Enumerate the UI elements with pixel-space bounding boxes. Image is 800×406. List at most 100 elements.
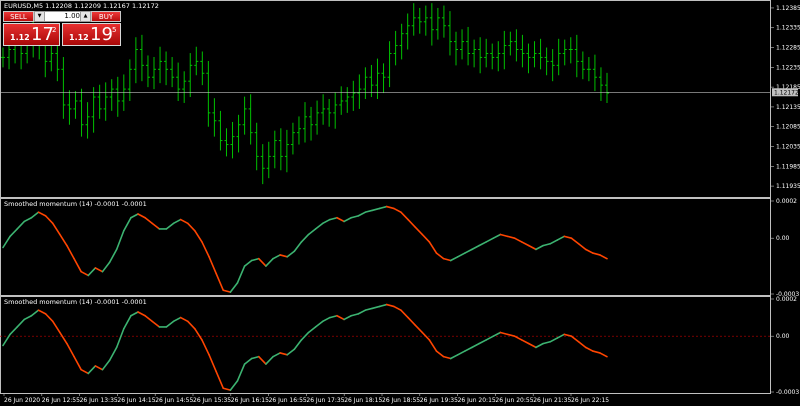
price-bar [393, 30, 398, 66]
price-bar [158, 46, 163, 84]
price-bar [484, 38, 489, 68]
momentum-segment [435, 252, 445, 260]
price-bar [218, 110, 223, 151]
time-label: 26 Jun 14:15 [117, 397, 155, 404]
momentum-segment [279, 254, 289, 258]
momentum-segment [577, 340, 587, 349]
momentum-segment [215, 370, 225, 390]
momentum-segment [172, 316, 182, 323]
current-price-label: 1.12172 [774, 89, 799, 96]
momentum-segment [307, 228, 317, 236]
momentum-segment [314, 222, 324, 230]
price-bar [568, 37, 573, 64]
price-bar [441, 5, 446, 38]
momentum-segment [485, 237, 495, 243]
momentum-segment [350, 313, 360, 317]
momentum-segment [499, 233, 509, 238]
momentum-segment [258, 257, 267, 267]
momentum-segment [563, 235, 573, 239]
indicator-2-title: Smoothed momentum (14) -0.0001 -0.0001 [4, 298, 147, 306]
price-bar [278, 128, 283, 171]
momentum-segment [208, 255, 217, 275]
momentum-segment [492, 331, 502, 338]
momentum-segment [456, 350, 466, 356]
buy-price-button[interactable]: 1.12 19 5 [62, 23, 121, 46]
price-bar [496, 41, 501, 72]
price-bar [411, 3, 416, 36]
momentum-segment [499, 331, 509, 336]
momentum-segment [314, 320, 324, 328]
momentum-segment [179, 218, 189, 225]
price-bar [109, 79, 114, 111]
momentum-segment [535, 342, 544, 349]
momentum-segment [272, 254, 281, 260]
price-bar [67, 90, 72, 125]
momentum-segment [23, 314, 33, 321]
price-bar [182, 71, 187, 103]
price-bar [79, 88, 84, 137]
price-bar [133, 37, 138, 84]
momentum-segment [371, 305, 381, 310]
momentum-segment [87, 267, 97, 277]
time-label: 26 Jun 12:55 [42, 397, 80, 404]
buy-price-fraction: 5 [112, 26, 117, 34]
price-bar [520, 34, 525, 68]
price-bar [315, 100, 320, 135]
level-label: 0.00 [776, 235, 790, 242]
momentum-segment [94, 267, 104, 273]
momentum-segment [520, 339, 530, 345]
lot-size-input[interactable] [45, 12, 80, 21]
time-label: 26 Jun 18:15 [344, 397, 382, 404]
price-bar [514, 29, 519, 62]
price-bar [363, 67, 368, 99]
momentum-segment [44, 215, 54, 225]
time-label: 26 Jun 16:15 [231, 397, 269, 404]
lot-increase-icon[interactable]: ▲ [80, 12, 90, 21]
momentum-segment [321, 316, 331, 323]
momentum-segment [208, 353, 217, 373]
momentum-segment [115, 327, 125, 349]
sell-button[interactable]: SELL [3, 11, 34, 22]
momentum-segment [371, 207, 381, 212]
momentum-segment [357, 309, 367, 315]
momentum-segment [137, 311, 146, 317]
momentum-segment [343, 216, 352, 223]
level-label: -0.0003 [776, 389, 799, 396]
momentum-segment [151, 222, 161, 230]
momentum-segment [428, 339, 438, 352]
momentum-segment [123, 314, 132, 330]
price-bar [61, 57, 66, 119]
price-bar [188, 53, 193, 98]
momentum-segment [591, 350, 601, 354]
buy-button[interactable]: BUY [91, 11, 121, 22]
price-bar [472, 39, 477, 68]
momentum-segment [94, 365, 104, 371]
level-label: 0.0002 [776, 296, 797, 303]
momentum-segment [80, 270, 90, 277]
sell-price-button[interactable]: 1.12 17 2 [3, 23, 60, 46]
momentum-segment [243, 357, 253, 365]
momentum-segment [329, 216, 338, 221]
momentum-segment [73, 355, 82, 371]
momentum-segment [393, 207, 402, 213]
indicator-1-title: Smoothed momentum (14) -0.0001 -0.0001 [4, 200, 147, 208]
price-bar [309, 106, 314, 141]
price-bar [121, 74, 126, 111]
momentum-segment [343, 314, 352, 321]
momentum-segment [165, 222, 175, 230]
lot-size-control: ▼ ▲ [34, 11, 91, 22]
price-bar [381, 63, 386, 94]
price-bar [526, 43, 531, 74]
momentum-segment [144, 314, 154, 323]
price-label: 1.11985 [776, 163, 800, 170]
momentum-segment [108, 248, 118, 264]
momentum-segment [414, 226, 424, 236]
momentum-segment [407, 316, 416, 326]
chart-area[interactable]: EURUSD,M5 1.12208 1.12209 1.12167 1.1217… [0, 0, 800, 406]
momentum-segment [186, 320, 196, 330]
price-bar [85, 102, 90, 139]
price-bar [490, 43, 495, 70]
momentum-segment [151, 320, 161, 328]
price-bar [333, 92, 338, 129]
lot-decrease-icon[interactable]: ▼ [35, 12, 45, 21]
